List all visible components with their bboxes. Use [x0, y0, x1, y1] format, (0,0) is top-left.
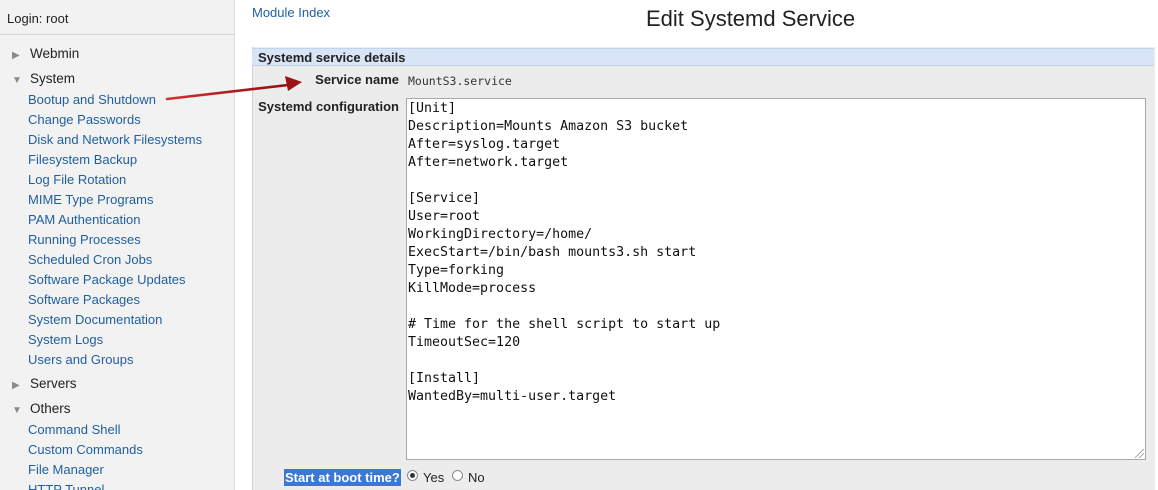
left-sidebar: Login: root ▶ Webmin ▼ System Bootup and S…	[0, 0, 235, 490]
chevron-right-icon: ▶	[12, 380, 20, 391]
sidebar-category-label: System	[30, 71, 76, 86]
boot-yes-label[interactable]: Yes	[423, 469, 444, 486]
service-name-label: Service name	[315, 72, 399, 87]
sidebar-item-disk-and-network-filesystems[interactable]: Disk and Network Filesystems	[28, 131, 202, 149]
chevron-right-icon: ▶	[12, 50, 20, 61]
boot-no-radio[interactable]	[452, 470, 463, 481]
page-title: Edit Systemd Service	[646, 6, 856, 31]
service-name-value: MountS3.service	[408, 74, 512, 88]
sidebar-item-command-shell[interactable]: Command Shell	[28, 421, 121, 439]
resize-grip-icon[interactable]	[1135, 449, 1144, 458]
sidebar-item-users-and-groups[interactable]: Users and Groups	[28, 351, 134, 369]
chevron-down-icon: ▼	[12, 75, 22, 86]
sidebar-item-running-processes[interactable]: Running Processes	[28, 231, 141, 249]
section-header: Systemd service details	[252, 48, 1154, 66]
systemd-config-text[interactable]: [Unit] Description=Mounts Amazon S3 buck…	[408, 100, 1144, 406]
sidebar-category-label: Webmin	[30, 46, 80, 61]
sidebar-item-scheduled-cron-jobs[interactable]: Scheduled Cron Jobs	[28, 251, 152, 269]
sidebar-item-pam-authentication[interactable]: PAM Authentication	[28, 211, 141, 229]
sidebar-category-servers[interactable]: ▶ Servers	[12, 375, 77, 393]
sidebar-category-others[interactable]: ▼ Others	[12, 400, 71, 418]
systemd-config-textarea[interactable]: [Unit] Description=Mounts Amazon S3 buck…	[406, 98, 1146, 460]
sidebar-item-filesystem-backup[interactable]: Filesystem Backup	[28, 151, 137, 169]
login-status: Login: root	[7, 11, 69, 26]
sidebar-category-system[interactable]: ▼ System	[12, 70, 75, 88]
start-at-boot-label: Start at boot time?	[284, 469, 401, 486]
sidebar-item-mime-type-programs[interactable]: MIME Type Programs	[28, 191, 153, 209]
systemd-config-label: Systemd configuration	[258, 99, 399, 114]
sidebar-item-system-documentation[interactable]: System Documentation	[28, 311, 162, 329]
sidebar-item-software-packages[interactable]: Software Packages	[28, 291, 140, 309]
sidebar-item-custom-commands[interactable]: Custom Commands	[28, 441, 143, 459]
sidebar-item-software-package-updates[interactable]: Software Package Updates	[28, 271, 186, 289]
sidebar-item-change-passwords[interactable]: Change Passwords	[28, 111, 141, 129]
sidebar-category-label: Servers	[30, 376, 77, 391]
sidebar-category-webmin[interactable]: ▶ Webmin	[12, 45, 79, 63]
sidebar-item-http-tunnel[interactable]: HTTP Tunnel	[28, 481, 104, 490]
sidebar-item-system-logs[interactable]: System Logs	[28, 331, 103, 349]
sidebar-item-bootup-and-shutdown[interactable]: Bootup and Shutdown	[28, 91, 156, 109]
sidebar-item-file-manager[interactable]: File Manager	[28, 461, 104, 479]
boot-yes-radio[interactable]	[407, 470, 418, 481]
sidebar-item-log-file-rotation[interactable]: Log File Rotation	[28, 171, 126, 189]
sidebar-divider	[0, 34, 234, 35]
module-index-link[interactable]: Module Index	[252, 5, 330, 20]
chevron-down-icon: ▼	[12, 405, 22, 416]
boot-no-label[interactable]: No	[468, 469, 485, 486]
sidebar-category-label: Others	[30, 401, 71, 416]
